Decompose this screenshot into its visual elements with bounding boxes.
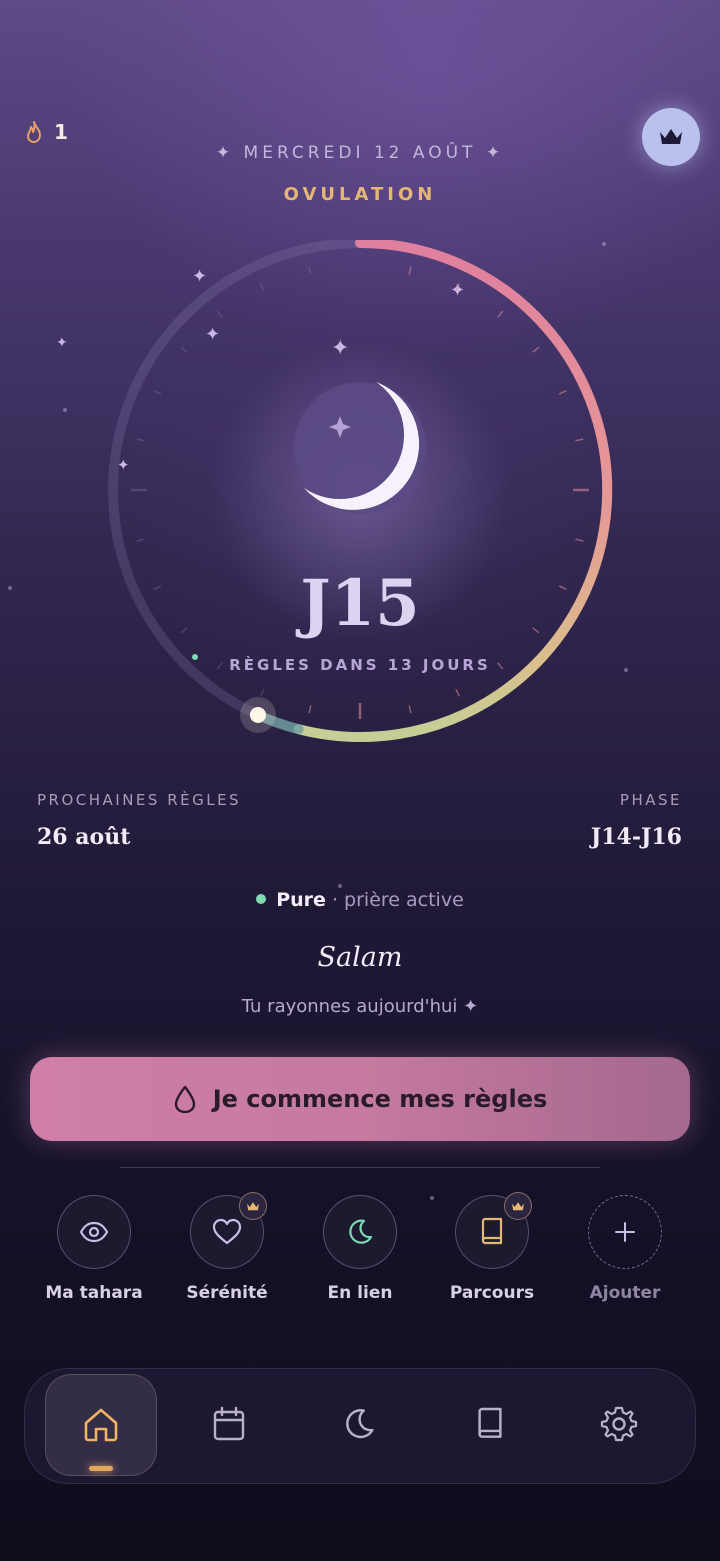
status-detail: · prière active [325,889,464,911]
calendar-icon [213,1406,245,1441]
shortcut-button[interactable] [57,1195,131,1269]
ring-tick [532,346,540,353]
ring-tick [308,705,312,714]
shortcut-label: Ajouter [589,1283,661,1303]
next-period-date: 26 août [37,824,131,850]
ring-tick [308,266,312,275]
ring-tick [558,389,567,395]
book-icon [478,1407,502,1438]
next-period-label: PROCHAINES RÈGLES [37,791,242,809]
shortcut-serenite[interactable]: Sérénité [167,1192,287,1303]
shortcut-label: En lien [327,1283,393,1303]
shortcut-ajouter[interactable]: Ajouter [565,1195,685,1303]
days-until-period: RÈGLES DANS 13 JOURS [229,656,491,674]
shortcut-parcours[interactable]: Parcours [432,1192,552,1303]
ring-tick [259,283,265,292]
streak-counter[interactable]: 1 [24,120,68,144]
gear-icon [600,1406,638,1442]
phase-range-value: J14-J16 [590,824,682,850]
ring-tick [408,266,412,275]
ring-tick [408,705,412,714]
purity-status: Pure · prière active [0,889,720,911]
decor-dot [338,884,342,888]
streak-count: 1 [54,120,68,144]
plus-icon [615,1222,635,1242]
book-icon [481,1217,503,1245]
ring-tick [216,310,223,318]
ring-tick [497,310,504,318]
home-icon [84,1408,118,1442]
nav-library[interactable] [435,1374,545,1474]
nav-settings[interactable] [564,1374,674,1474]
current-date: ✦ MERCREDI 12 AOÛT ✦ [215,143,505,163]
moon-icon [346,1409,374,1439]
shortcut-label: Parcours [449,1283,535,1303]
cycle-ring [108,240,613,742]
flame-icon [27,121,41,143]
greeting-subtitle: Tu rayonnes aujourd'hui ✦ [241,996,479,1017]
status-state: Pure [276,889,326,911]
ring-tick [259,688,265,697]
shortcut-label: Ma tahara [45,1283,143,1303]
nav-home[interactable] [45,1374,157,1476]
shortcut-button[interactable] [455,1192,532,1269]
eye-icon [79,1221,109,1243]
shortcut-en-lien[interactable]: En lien [300,1195,420,1303]
phase-range-label: PHASE [619,791,682,809]
ring-tick [575,438,584,442]
nav-calendar[interactable] [174,1374,284,1474]
ring-tick [455,688,461,697]
heart-icon [212,1218,242,1245]
shortcut-button[interactable] [323,1195,397,1269]
nav-cycle[interactable] [304,1374,414,1474]
greeting-title: Salam [317,942,403,973]
ring-tick [455,283,461,292]
cycle-day: J15 [300,566,420,641]
cycle-phase: OVULATION [283,184,437,205]
divider [120,1167,600,1168]
ring-tick [575,538,584,542]
premium-badge [239,1192,267,1220]
crown-icon [247,1201,259,1210]
current-day-marker [239,696,276,733]
decor-dot [63,408,67,412]
premium-badge [504,1192,532,1220]
crown-icon [512,1201,524,1210]
shortcut-ma-tahara[interactable]: Ma tahara [34,1195,154,1303]
add-shortcut-button[interactable] [588,1195,662,1269]
drop-icon [174,1085,195,1113]
ring-tick [180,346,188,353]
moon-icon [349,1219,373,1244]
ring-tick [153,389,162,395]
decor-star-icon: ✦ [56,335,68,351]
shortcut-button[interactable] [190,1192,267,1269]
shortcut-label: Sérénité [186,1283,268,1303]
start-period-label: Je commence mes règles [212,1085,548,1113]
active-indicator [89,1466,113,1471]
ring-tick [136,538,145,542]
start-period-button[interactable]: Je commence mes règles [30,1057,690,1141]
ring-tick [136,438,145,442]
status-dot [256,893,267,904]
